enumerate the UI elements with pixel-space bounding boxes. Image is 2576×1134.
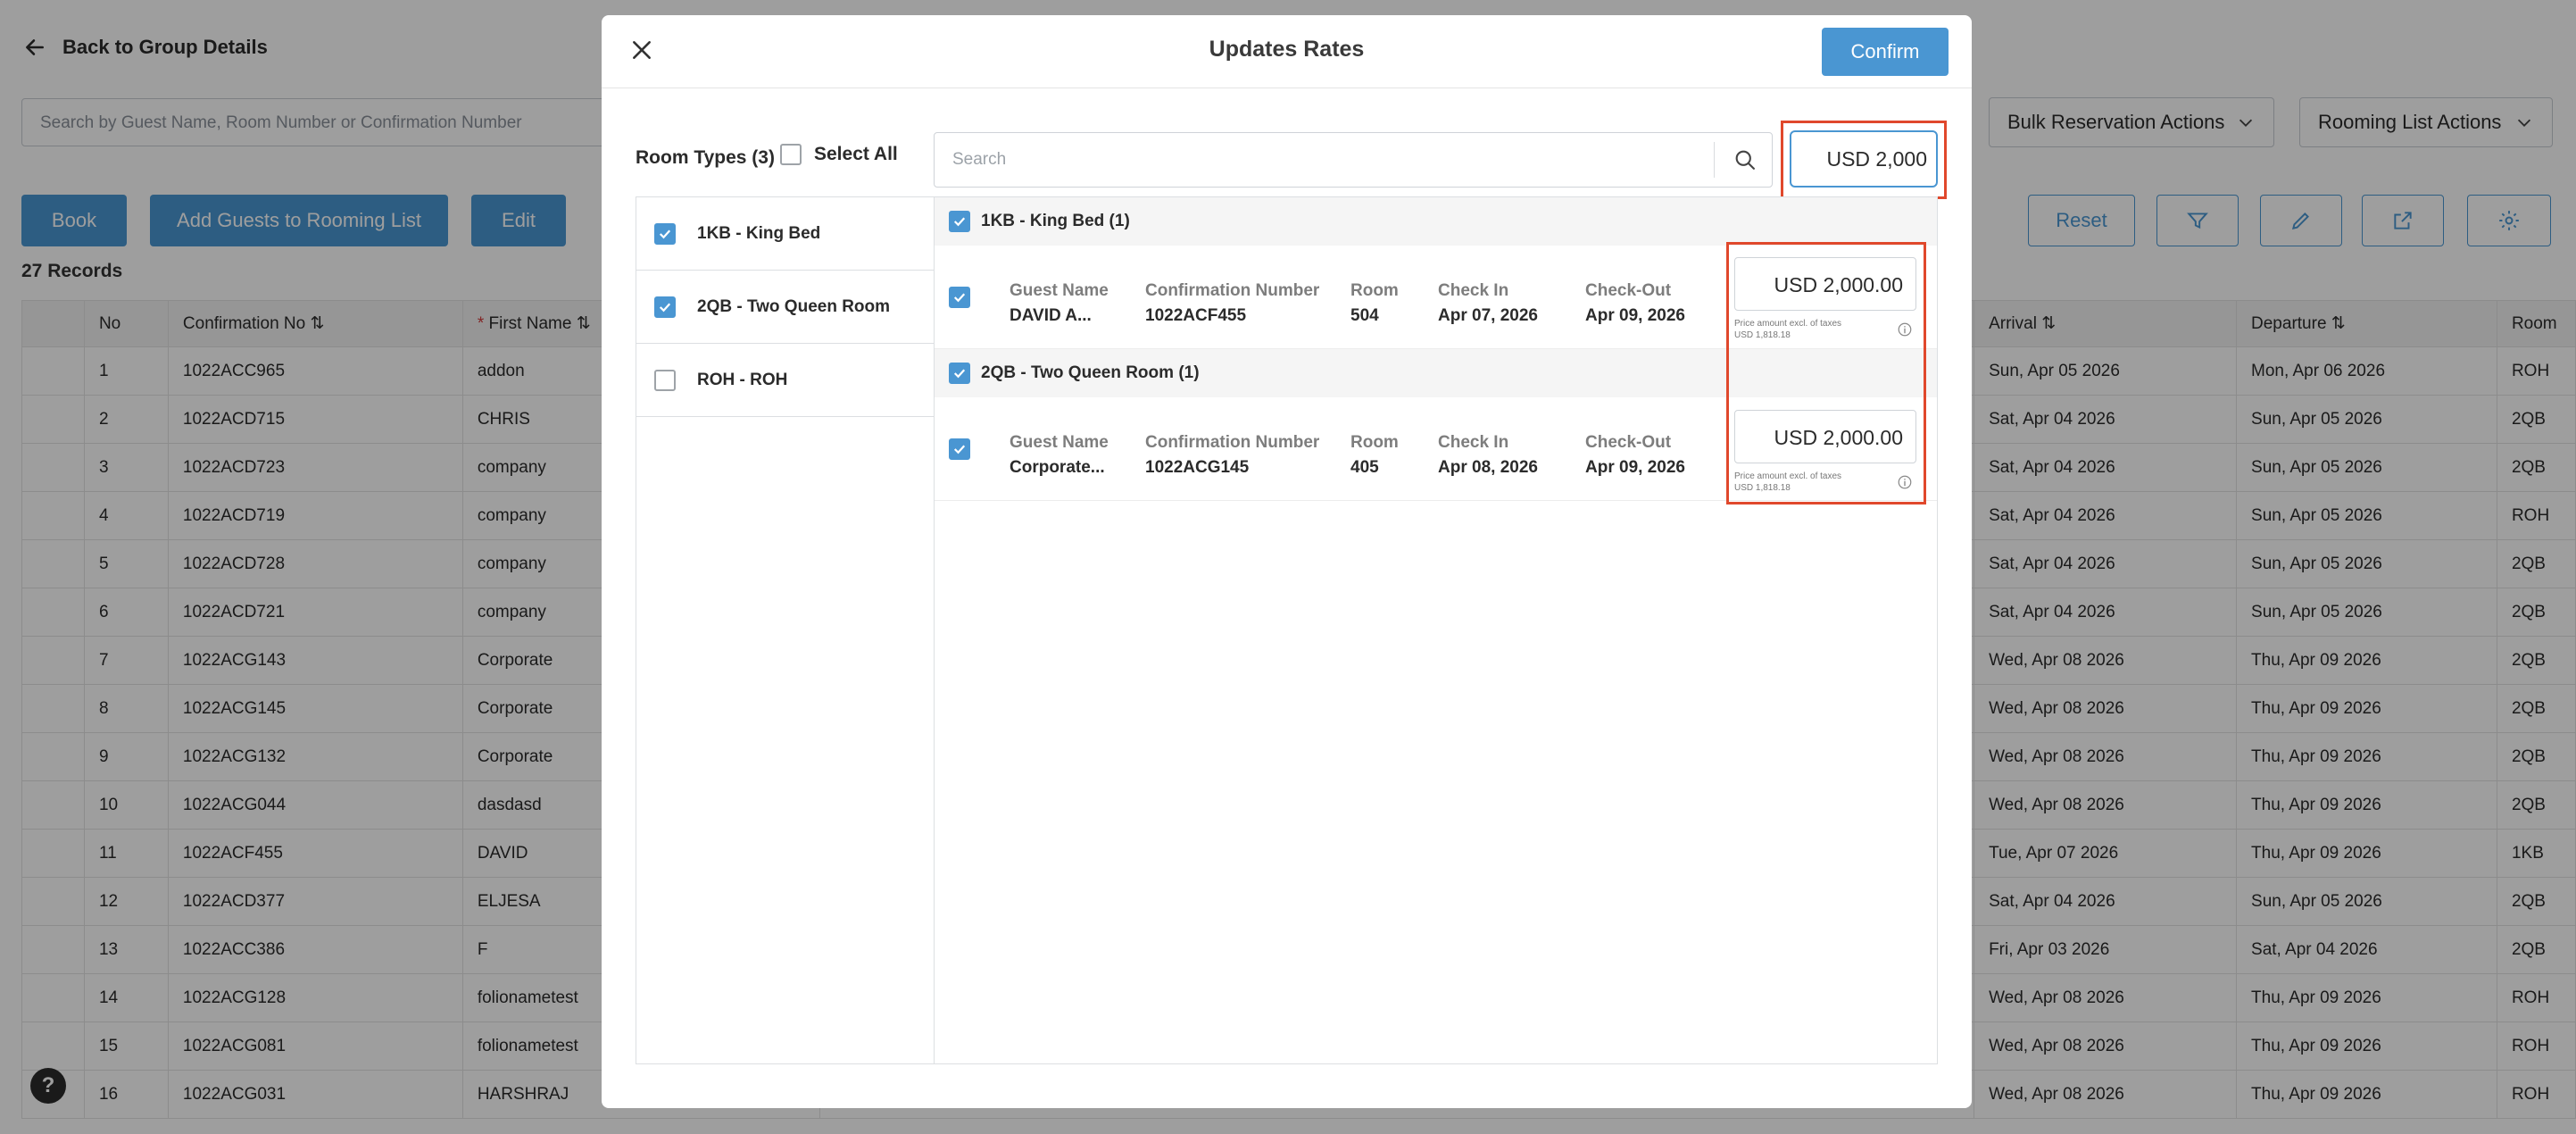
- update-rates-modal: Updates Rates Confirm Room Types (3) Sel…: [602, 15, 1972, 1108]
- guest-name-cell: Guest Name Corporate...: [1010, 433, 1109, 478]
- select-all-label: Select All: [814, 144, 898, 164]
- search-icon[interactable]: [1733, 147, 1757, 172]
- check-out-cell: Check-Out Apr 09, 2026: [1585, 281, 1685, 326]
- room-type-checkbox[interactable]: [654, 369, 676, 391]
- check-out-header: Check-Out: [1585, 433, 1672, 452]
- room-cell: Room 405: [1350, 433, 1399, 478]
- info-icon[interactable]: [1897, 474, 1913, 490]
- global-rate-input[interactable]: [1790, 130, 1938, 188]
- guest-name-header: Guest Name: [1010, 433, 1109, 452]
- group-title: 2QB - Two Queen Room (1): [981, 363, 1200, 382]
- room-types-label: Room Types (3): [636, 147, 775, 168]
- confirmation-cell: Confirmation Number 1022ACG145: [1145, 433, 1319, 478]
- check-out-value: Apr 09, 2026: [1585, 306, 1685, 325]
- price-note: Price amount excl. of taxes USD 1,818.18: [1734, 318, 1916, 341]
- price-note-label: Price amount excl. of taxes: [1734, 471, 1842, 481]
- confirmation-value: 1022ACF455: [1145, 306, 1247, 325]
- room-type-label: ROH - ROH: [697, 370, 788, 389]
- reservations-panel: 1KB - King Bed (1) Guest Name DAVID A... …: [934, 196, 1938, 1064]
- guest-name-value: Corporate...: [1010, 458, 1105, 477]
- room-value: 504: [1350, 306, 1379, 325]
- room-types-list: 1KB - King Bed 2QB - Two Queen Room ROH - …: [636, 196, 935, 1064]
- confirm-button[interactable]: Confirm: [1822, 28, 1949, 76]
- check-icon: [953, 369, 966, 379]
- room-search-field[interactable]: [934, 132, 1773, 188]
- check-out-cell: Check-Out Apr 09, 2026: [1585, 433, 1685, 478]
- modal-title: Updates Rates: [1209, 37, 1365, 62]
- check-in-value: Apr 07, 2026: [1438, 306, 1538, 325]
- check-in-value: Apr 08, 2026: [1438, 458, 1538, 477]
- global-rate-highlight: [1781, 121, 1947, 199]
- price-highlight: USD 2,000.00 Price amount excl. of taxes…: [1726, 242, 1926, 504]
- price-note-amount: USD 1,818.18: [1734, 330, 1791, 340]
- room-type-label: 2QB - Two Queen Room: [697, 296, 891, 316]
- room-cell: Room 504: [1350, 281, 1399, 326]
- group-title: 1KB - King Bed (1): [981, 212, 1130, 230]
- price-input[interactable]: USD 2,000.00: [1734, 257, 1916, 311]
- check-out-header: Check-Out: [1585, 281, 1672, 300]
- modal-header: Updates Rates Confirm: [602, 15, 1972, 88]
- check-icon: [953, 445, 966, 454]
- info-icon[interactable]: [1897, 321, 1913, 338]
- price-note: Price amount excl. of taxes USD 1,818.18: [1734, 471, 1916, 494]
- confirmation-cell: Confirmation Number 1022ACF455: [1145, 281, 1319, 326]
- check-icon: [659, 302, 671, 312]
- check-in-header: Check In: [1438, 281, 1509, 300]
- room-type-item[interactable]: 2QB - Two Queen Room: [636, 271, 935, 344]
- room-value: 405: [1350, 458, 1379, 477]
- check-icon: [659, 229, 671, 238]
- price-note-label: Price amount excl. of taxes: [1734, 319, 1842, 329]
- group-header-1kb[interactable]: 1KB - King Bed (1): [935, 197, 1937, 246]
- select-all-box[interactable]: [780, 144, 802, 165]
- room-header: Room: [1350, 433, 1399, 452]
- check-in-header: Check In: [1438, 433, 1509, 452]
- room-type-item[interactable]: 1KB - King Bed: [636, 197, 935, 271]
- room-type-label: 1KB - King Bed: [697, 223, 821, 243]
- confirmation-value: 1022ACG145: [1145, 458, 1250, 477]
- room-header: Room: [1350, 281, 1399, 300]
- reservation-checkbox[interactable]: [949, 287, 970, 308]
- room-type-item[interactable]: ROH - ROH: [636, 344, 935, 417]
- check-in-cell: Check In Apr 08, 2026: [1438, 433, 1538, 478]
- check-out-value: Apr 09, 2026: [1585, 458, 1685, 477]
- price-input[interactable]: USD 2,000.00: [1734, 410, 1916, 463]
- check-in-cell: Check In Apr 07, 2026: [1438, 281, 1538, 326]
- guest-name-value: DAVID A...: [1010, 306, 1092, 325]
- room-type-checkbox[interactable]: [654, 222, 676, 245]
- group-checkbox[interactable]: [949, 363, 970, 384]
- room-search-input[interactable]: [935, 133, 1711, 187]
- reservation-checkbox[interactable]: [949, 438, 970, 460]
- confirmation-header: Confirmation Number: [1145, 281, 1320, 300]
- price-note-amount: USD 1,818.18: [1734, 483, 1791, 493]
- confirmation-header: Confirmation Number: [1145, 433, 1320, 452]
- check-icon: [953, 293, 966, 303]
- check-icon: [953, 217, 966, 227]
- group-checkbox[interactable]: [949, 211, 970, 232]
- select-all-checkbox[interactable]: Select All: [780, 144, 898, 165]
- room-type-checkbox[interactable]: [654, 296, 676, 318]
- guest-name-header: Guest Name: [1010, 281, 1109, 300]
- search-divider: [1714, 142, 1715, 178]
- price-cell: USD 2,000.00 Price amount excl. of taxes…: [1734, 257, 1916, 341]
- guest-name-cell: Guest Name DAVID A...: [1010, 281, 1109, 326]
- price-cell: USD 2,000.00 Price amount excl. of taxes…: [1734, 410, 1916, 494]
